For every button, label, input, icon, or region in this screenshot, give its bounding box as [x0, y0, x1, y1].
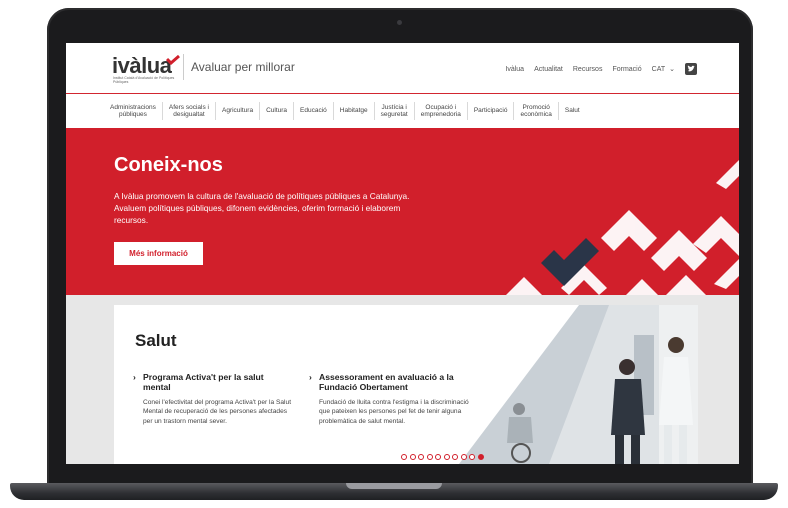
carousel-pagination [401, 454, 484, 460]
logo-subtitle: Institut Català d'Avaluació de Polítique… [113, 76, 175, 84]
laptop-notch [346, 483, 442, 489]
webcam-icon [397, 20, 402, 25]
logo-check-icon [166, 55, 180, 65]
carousel-dot[interactable] [460, 454, 467, 460]
hospital-photo [459, 305, 698, 464]
nav-item-educacio[interactable]: Educació [294, 102, 334, 120]
carousel-dot[interactable] [435, 454, 441, 460]
language-selector[interactable]: CAT [652, 66, 665, 73]
article-item[interactable]: › Programa Activa't per la salut mental … [133, 372, 293, 426]
nav-item-justicia[interactable]: Justícia i seguretat [375, 102, 415, 120]
chevron-right-icon: › [309, 372, 312, 382]
nav-item-cultura[interactable]: Cultura [260, 102, 295, 120]
nav-item-ocupacio[interactable]: Ocupació i emprenedoria [415, 102, 468, 120]
hero-description: A Ivàlua promovem la cultura de l'avalua… [114, 191, 410, 225]
twitter-icon[interactable] [685, 63, 697, 75]
carousel-dot-active[interactable] [477, 454, 484, 460]
article-excerpt: Fundació de lluita contra l'estigma i la… [319, 399, 469, 425]
more-info-button[interactable]: Més informació [114, 242, 203, 265]
site-tagline: Avaluar per millorar [191, 60, 295, 74]
nav-item-agricultura[interactable]: Agricultura [216, 102, 261, 120]
top-nav: Ivàlua Actualitat Recursos Formació CAT … [505, 63, 697, 75]
carousel-dot[interactable] [426, 454, 433, 460]
featured-section: Salut › Programa Activa't per la salut m… [66, 295, 739, 464]
nav-item-afers-socials[interactable]: Afers socials i desigualtat [163, 102, 216, 120]
site-header: ivàlua Institut Català d'Avaluació de Po… [66, 43, 739, 94]
carousel-dot[interactable] [409, 454, 416, 460]
article-title-text[interactable]: Programa Activa't per la salut mental [143, 372, 264, 392]
carousel-dot[interactable] [469, 454, 475, 460]
carousel-dot[interactable] [443, 454, 450, 460]
nav-item-participacio[interactable]: Participació [468, 102, 515, 120]
logo-divider [183, 54, 184, 80]
chevron-down-icon[interactable]: ⌄ [669, 65, 675, 73]
article-title[interactable]: › Programa Activa't per la salut mental [133, 372, 293, 392]
category-nav: Administracions públiques Afers socials … [104, 95, 704, 127]
nav-item-promocio-economica[interactable]: Promoció econòmica [514, 102, 559, 120]
top-link-formacio[interactable]: Formació [612, 66, 641, 73]
top-link-recursos[interactable]: Recursos [573, 66, 603, 73]
article-item[interactable]: › Assessorament en avaluació a la Fundac… [309, 372, 469, 426]
website-screen: ivàlua Institut Català d'Avaluació de Po… [66, 43, 739, 464]
section-title: Salut [135, 331, 177, 350]
nav-item-habitatge[interactable]: Habitatge [334, 102, 375, 120]
article-title[interactable]: › Assessorament en avaluació a la Fundac… [309, 372, 469, 392]
article-excerpt: Conei l'efectivitat del programa Activa'… [143, 399, 292, 425]
carousel-dot[interactable] [418, 454, 424, 460]
featured-card: Salut › Programa Activa't per la salut m… [114, 305, 698, 464]
hero-title: Coneix-nos [114, 154, 223, 176]
top-link-ivalua[interactable]: Ivàlua [505, 66, 524, 73]
article-title-text[interactable]: Assessorament en avaluació a la Fundació… [319, 372, 454, 392]
top-link-actualitat[interactable]: Actualitat [534, 66, 563, 73]
nav-item-administracions-publiques[interactable]: Administracions públiques [104, 102, 163, 120]
carousel-dot[interactable] [401, 454, 407, 460]
chevron-right-icon: › [133, 372, 136, 382]
carousel-dot[interactable] [452, 454, 458, 460]
nav-item-salut[interactable]: Salut [559, 102, 586, 120]
hero-banner: Coneix-nos A Ivàlua promovem la cultura … [66, 128, 739, 295]
